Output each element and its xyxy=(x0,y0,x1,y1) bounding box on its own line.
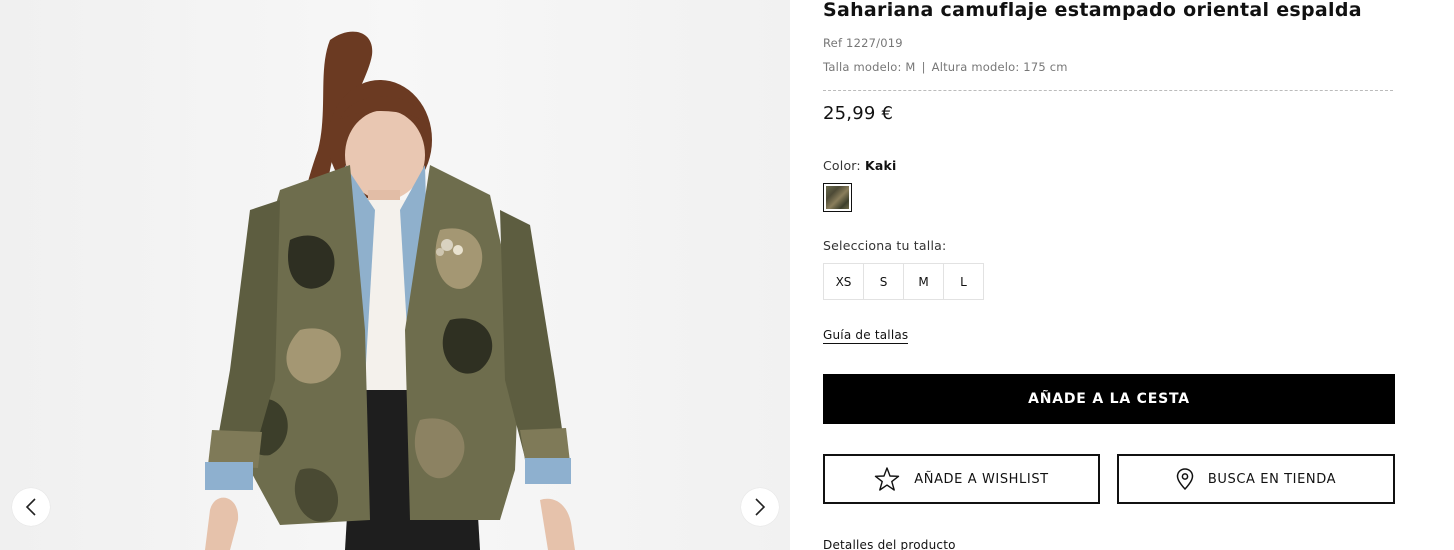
product-price: 25,99 € xyxy=(823,103,894,124)
model-info: Talla modelo: M | Altura modelo: 175 cm xyxy=(823,60,1068,74)
size-option-l[interactable]: L xyxy=(943,263,984,300)
product-info-panel: Sahariana camuflaje estampado oriental e… xyxy=(823,0,1403,550)
model-height: Altura modelo: 175 cm xyxy=(931,60,1068,74)
product-reference: Ref 1227/019 xyxy=(823,36,903,50)
size-selector-label: Selecciona tu talla: xyxy=(823,238,947,253)
chevron-right-icon xyxy=(755,498,766,516)
product-title: Sahariana camuflaje estampado oriental e… xyxy=(823,0,1362,21)
color-swatch-kaki[interactable] xyxy=(823,183,852,212)
product-photo xyxy=(0,0,790,550)
size-options: XS S M L xyxy=(823,263,984,300)
star-icon xyxy=(874,466,900,492)
size-guide-link[interactable]: Guía de tallas xyxy=(823,328,909,344)
size-option-xs[interactable]: XS xyxy=(823,263,864,300)
product-image-gallery xyxy=(0,0,790,550)
size-option-s[interactable]: S xyxy=(863,263,904,300)
model-size: Talla modelo: M xyxy=(823,60,916,74)
selected-color-name: Kaki xyxy=(865,158,897,173)
find-in-store-button[interactable]: BUSCA EN TIENDA xyxy=(1117,454,1395,504)
wishlist-label: AÑADE A WISHLIST xyxy=(914,471,1049,487)
product-details-heading[interactable]: Detalles del producto xyxy=(823,538,956,550)
add-to-wishlist-button[interactable]: AÑADE A WISHLIST xyxy=(823,454,1100,504)
next-image-button[interactable] xyxy=(741,488,779,526)
color-label: Color: xyxy=(823,158,861,173)
previous-image-button[interactable] xyxy=(12,488,50,526)
find-in-store-label: BUSCA EN TIENDA xyxy=(1207,471,1337,487)
color-selector-label: Color: Kaki xyxy=(823,158,897,173)
size-option-m[interactable]: M xyxy=(903,263,944,300)
divider xyxy=(823,90,1393,91)
swatch-pattern xyxy=(826,186,849,209)
chevron-left-icon xyxy=(25,498,36,516)
model-info-separator: | xyxy=(921,60,926,74)
location-pin-icon xyxy=(1176,468,1194,490)
add-to-cart-button[interactable]: AÑADE A LA CESTA xyxy=(823,374,1395,424)
